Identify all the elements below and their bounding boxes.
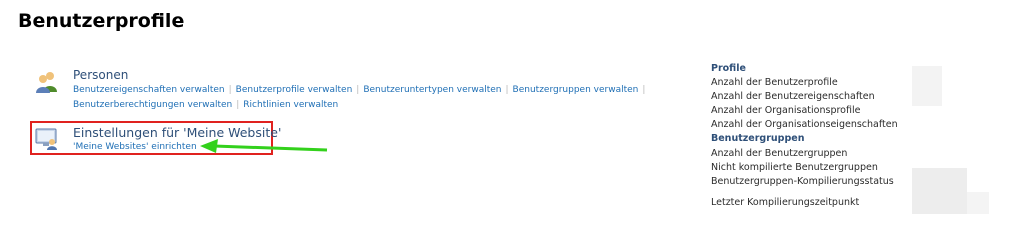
stats-panel: Profile Anzahl der Benutzerprofile Anzah… [711, 62, 898, 210]
redacted-value [967, 192, 989, 214]
link-meine-websites-einrichten[interactable]: 'Meine Websites' einrichten [73, 142, 197, 152]
separator: | [228, 85, 232, 95]
stat-label: Anzahl der Benutzereigenschaften [711, 91, 875, 103]
stat-label: Benutzergruppen-Kompilierungsstatus [711, 175, 894, 187]
personen-links: Benutzereigenschaften verwalten | Benutzer… [73, 83, 649, 113]
stat-label: Nicht kompilierte Benutzergruppen [711, 161, 878, 173]
redacted-value [912, 66, 942, 106]
separator: | [236, 100, 240, 110]
monitor-user-icon [35, 128, 59, 154]
link-benutzergruppen-verwalten[interactable]: Benutzergruppen verwalten [513, 85, 639, 95]
separator: | [505, 85, 509, 95]
mysite-links: 'Meine Websites' einrichten [73, 140, 197, 155]
separator: | [642, 85, 646, 95]
link-benutzereigenschaften-verwalten[interactable]: Benutzereigenschaften verwalten [73, 85, 225, 95]
stat-label: Anzahl der Benutzerprofile [711, 77, 838, 89]
green-arrow-icon [200, 138, 330, 158]
link-benutzeruntertypen-verwalten[interactable]: Benutzeruntertypen verwalten [363, 85, 501, 95]
stat-label-last-compile: Letzter Kompilierungszeitpunkt [711, 196, 860, 208]
stats-header-profile: Profile [711, 63, 746, 74]
section-title-personen[interactable]: Personen [73, 68, 128, 82]
link-richtlinien-verwalten[interactable]: Richtlinien verwalten [243, 100, 338, 110]
stat-label: Anzahl der Organisationsprofile [711, 105, 861, 117]
stats-header-benutzergruppen: Benutzergruppen [711, 133, 805, 145]
stat-label: Anzahl der Benutzergruppen [711, 147, 848, 159]
redacted-value [912, 168, 967, 214]
link-benutzerberechtigungen-verwalten[interactable]: Benutzerberechtigungen verwalten [73, 100, 232, 110]
link-benutzerprofile-verwalten[interactable]: Benutzerprofile verwalten [236, 85, 353, 95]
page-title: Benutzerprofile [18, 10, 185, 32]
separator: | [356, 85, 360, 95]
stat-label: Anzahl der Organisationseigenschaften [711, 119, 898, 131]
people-icon [35, 70, 59, 98]
